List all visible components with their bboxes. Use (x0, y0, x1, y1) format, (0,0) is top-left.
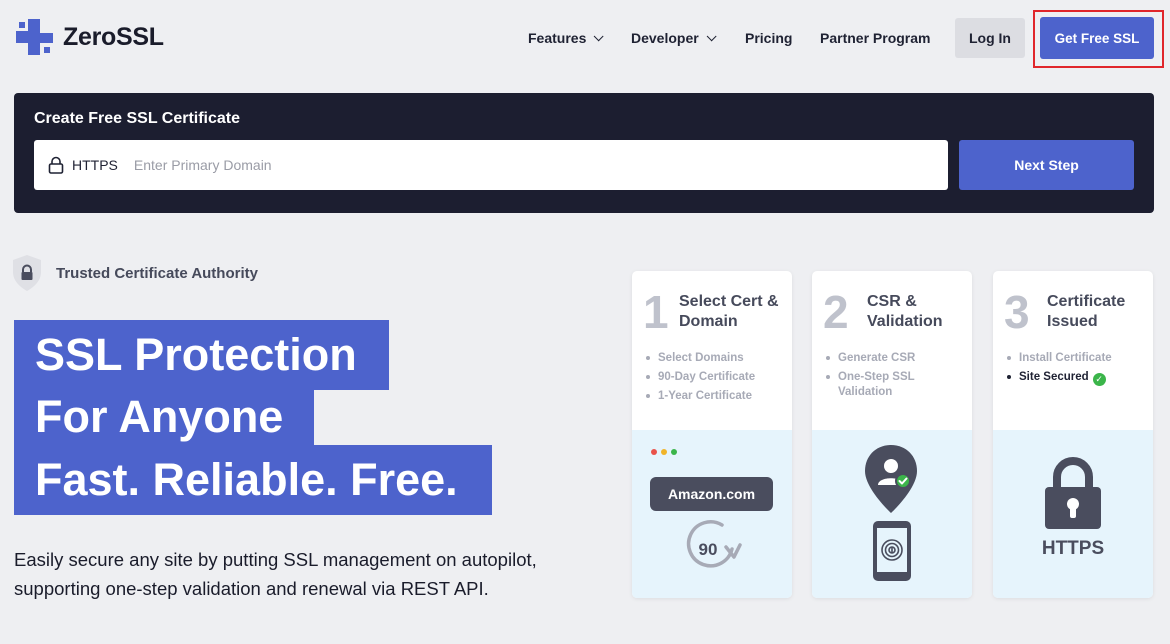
phone-fingerprint-icon (873, 521, 911, 581)
list-item: 1-Year Certificate (646, 389, 786, 404)
chevron-down-icon (594, 30, 604, 41)
https-label: HTTPS (1041, 538, 1105, 559)
step-list: Generate CSR One-Step SSL Validation (826, 351, 966, 404)
padlock-icon (1045, 457, 1101, 529)
get-free-ssl-button[interactable]: Get Free SSL (1040, 17, 1154, 59)
renewal-days: 90 (699, 540, 718, 559)
chevron-down-icon (706, 30, 717, 41)
domain-pill: Amazon.com (650, 477, 773, 511)
list-item: 90-Day Certificate (646, 370, 786, 385)
nav-developer[interactable]: Developer (631, 18, 717, 58)
create-certificate-panel: Create Free SSL Certificate HTTPS Next S… (14, 93, 1154, 213)
step-title: CSR & Validation (867, 293, 943, 330)
brand-name: ZeroSSL (63, 22, 164, 51)
list-item: One-Step SSL Validation (826, 370, 966, 400)
step-title: Certificate Issued (1047, 293, 1126, 330)
login-button[interactable]: Log In (955, 18, 1025, 58)
zerossl-logo-icon (16, 19, 53, 55)
step-card-3: 3 Certificate Issued Install Certificate… (993, 271, 1153, 598)
list-item-label: Site Secured (1019, 371, 1089, 383)
step-list: Install Certificate Site Secured ✓ (1007, 351, 1147, 390)
browser-dots-icon (651, 449, 677, 455)
hero-subtitle-line-1: Easily secure any site by putting SSL ma… (14, 549, 537, 570)
protocol-label: HTTPS (72, 157, 118, 173)
check-circle-icon: ✓ (1092, 373, 1106, 386)
step-number: 3 (1004, 286, 1030, 338)
renewal-cycle-icon: 90 (686, 520, 742, 568)
user-verified-pin-icon (865, 445, 917, 513)
lock-icon (48, 156, 64, 174)
list-item: Install Certificate (1007, 351, 1147, 366)
hero-subtitle-line-2: supporting one-step validation and renew… (14, 578, 489, 599)
step-list: Select Domains 90-Day Certificate 1-Year… (646, 351, 786, 408)
step-card-2: 2 CSR & Validation Generate CSR One-Step… (812, 271, 972, 598)
nav-developer-label: Developer (631, 30, 699, 46)
domain-field[interactable]: HTTPS (34, 140, 948, 190)
trusted-text: Trusted Certificate Authority (56, 264, 258, 282)
hero-line-3: Fast. Reliable. Free. (14, 445, 492, 515)
nav-pricing-label: Pricing (745, 30, 793, 46)
step-illustration (812, 430, 972, 598)
panel-title: Create Free SSL Certificate (34, 110, 241, 127)
next-step-button[interactable]: Next Step (959, 140, 1134, 190)
nav-features-label: Features (528, 30, 587, 46)
step-illustration: HTTPS (993, 430, 1153, 598)
list-item: Select Domains (646, 351, 786, 366)
nav-features[interactable]: Features (528, 18, 604, 58)
step-title: Select Cert & Domain (679, 293, 779, 330)
shield-lock-icon (13, 255, 41, 291)
zerossl-logo[interactable]: ZeroSSL (16, 19, 164, 55)
list-item: Generate CSR (826, 351, 966, 366)
nav-partner-program-label: Partner Program (820, 30, 931, 46)
nav-partner-program[interactable]: Partner Program (820, 18, 930, 58)
hero-subtitle: Easily secure any site by putting SSL ma… (14, 545, 537, 603)
trusted-badge: Trusted Certificate Authority (12, 254, 258, 292)
list-item: Site Secured ✓ (1007, 370, 1147, 386)
step-number: 1 (643, 286, 669, 338)
hero-line-2: For Anyone (14, 382, 314, 452)
primary-domain-input[interactable] (133, 157, 834, 173)
hero-line-1: SSL Protection (14, 320, 389, 390)
step-number: 2 (823, 286, 849, 338)
step-card-1: 1 Select Cert & Domain Select Domains 90… (632, 271, 792, 598)
step-illustration: Amazon.com 90 (632, 430, 792, 598)
nav-pricing[interactable]: Pricing (745, 18, 792, 58)
